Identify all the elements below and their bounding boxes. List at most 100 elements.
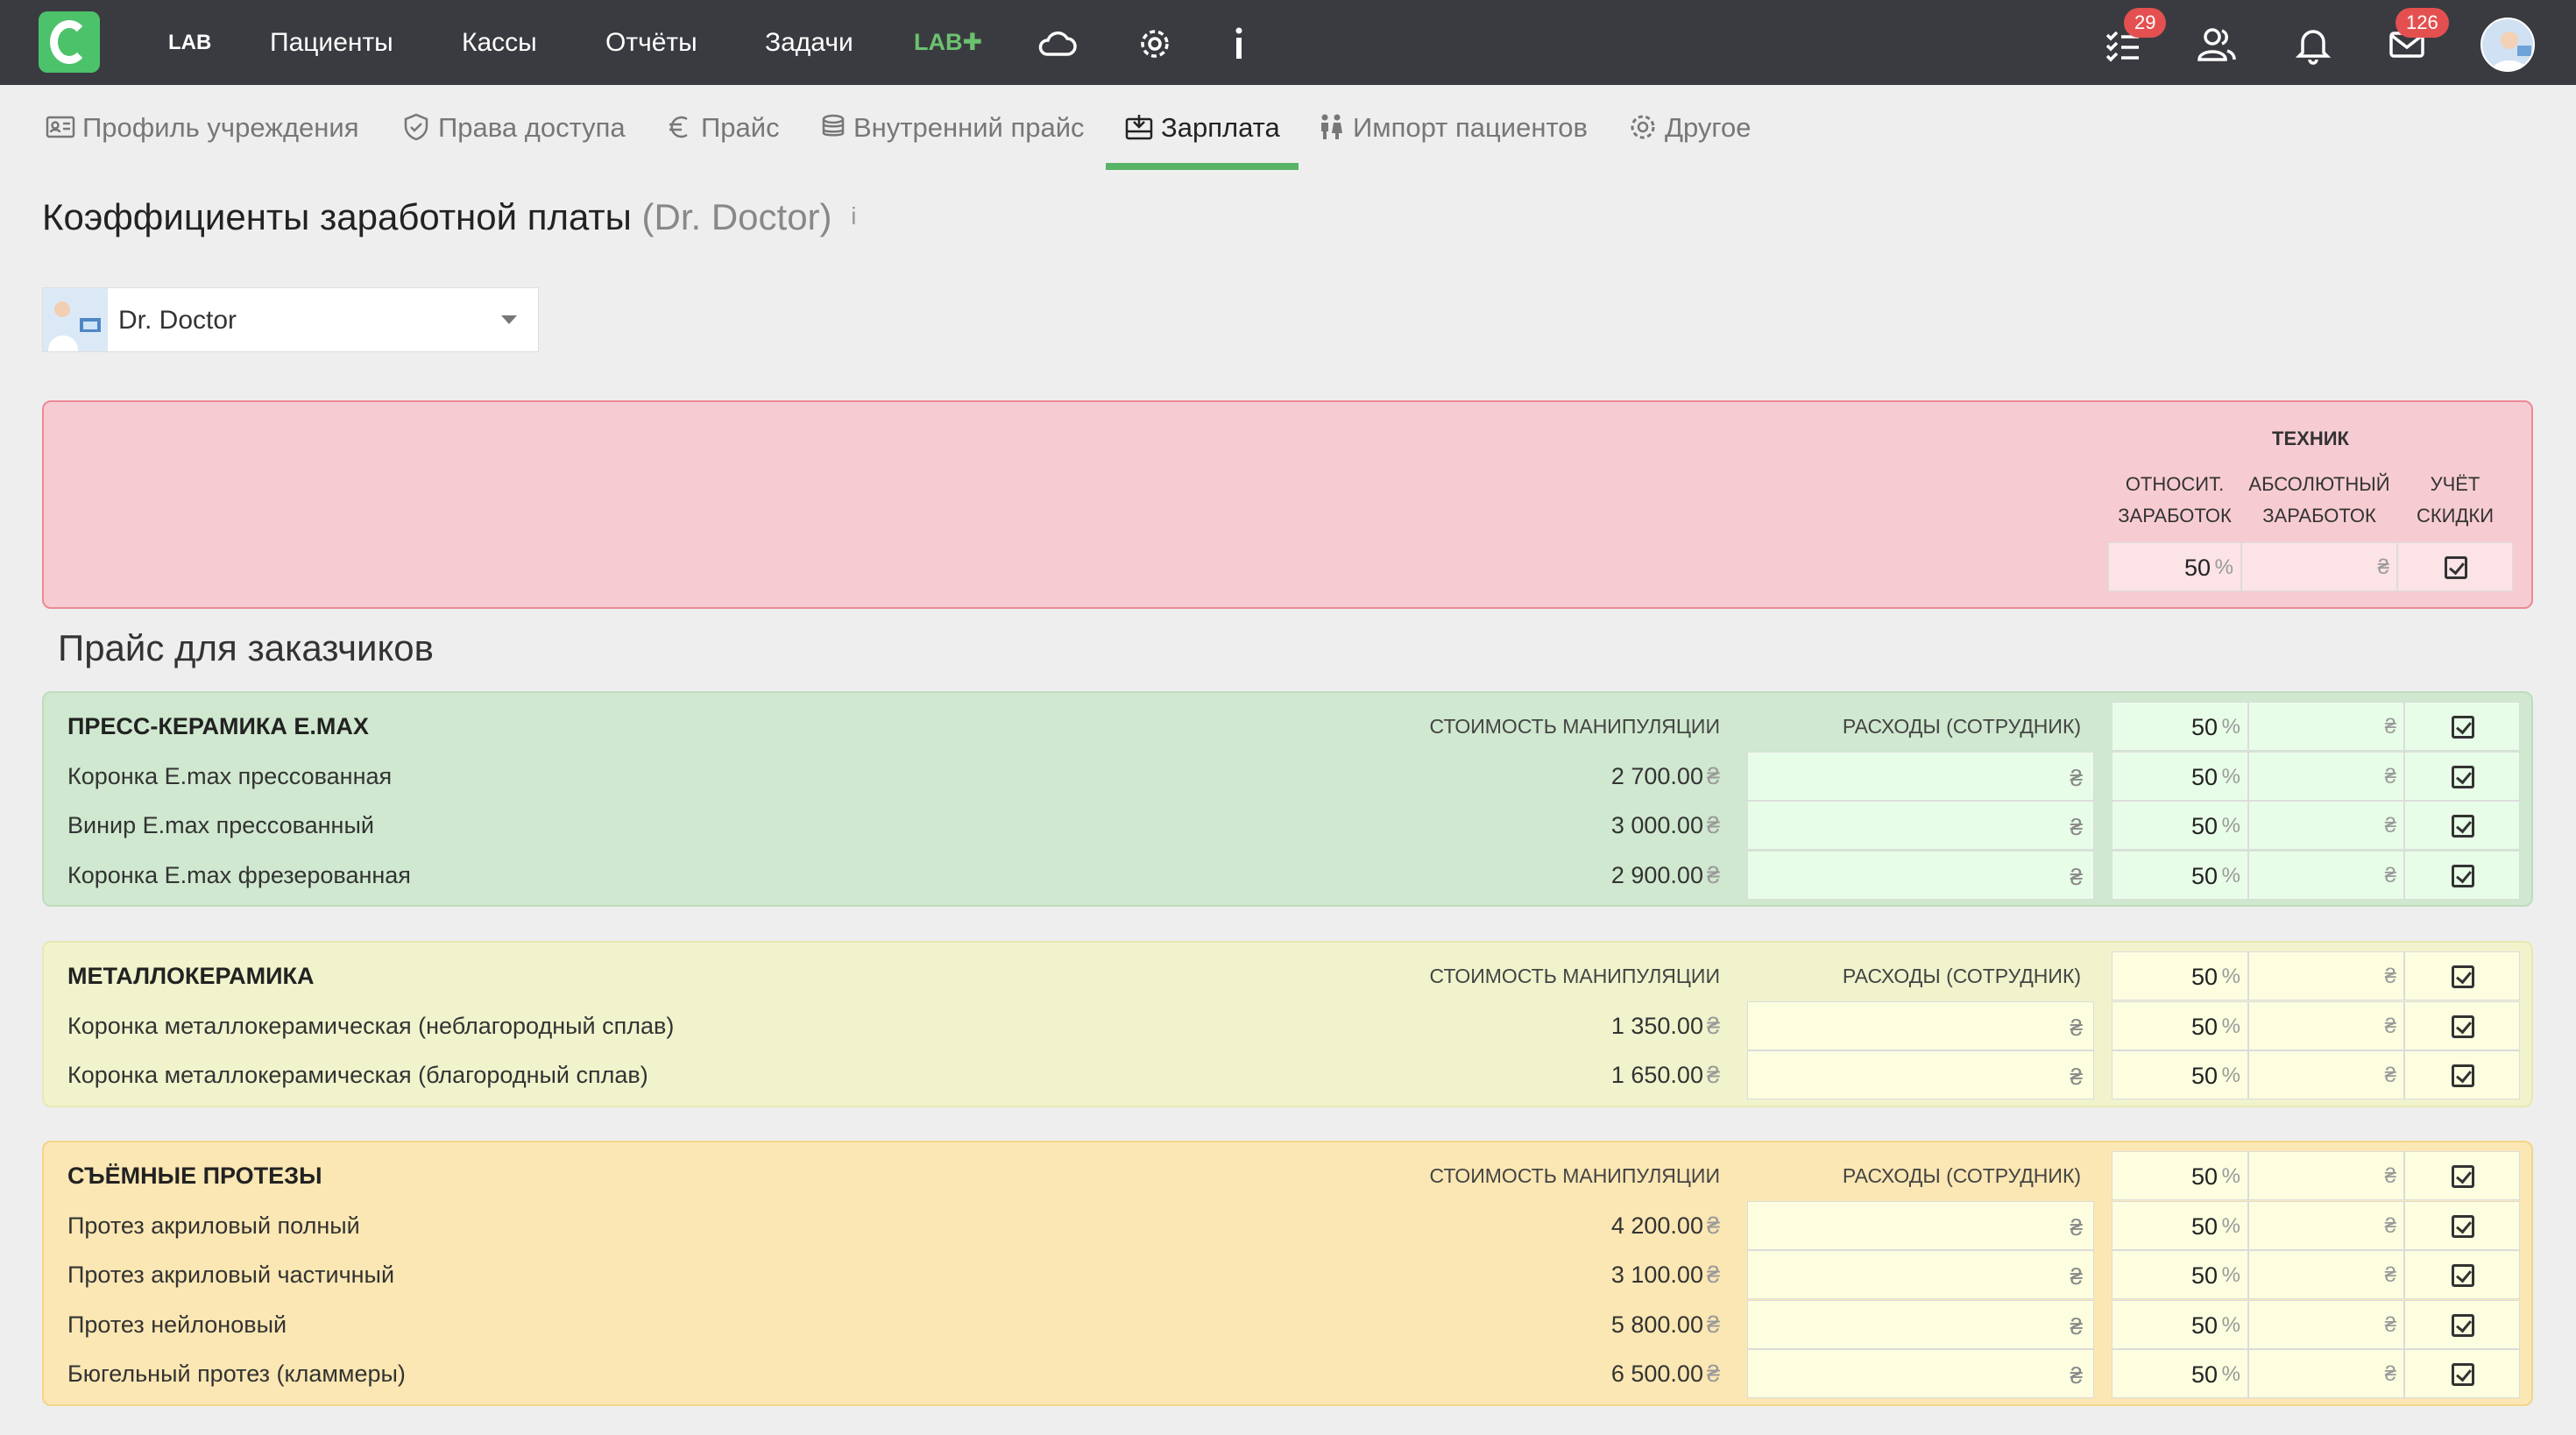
tab-other[interactable]: Другое: [1628, 112, 1752, 151]
top-navbar: LAB Пациенты Кассы Отчёты Задачи LAB✚ 29…: [0, 0, 2576, 85]
technician-discount-checkbox[interactable]: [2445, 556, 2467, 579]
percent-unit: %: [2221, 764, 2240, 788]
currency-unit: ₴: [1706, 1012, 1720, 1039]
absolute-earning-input[interactable]: ₴: [2248, 702, 2404, 751]
tab-access-rights[interactable]: Права доступа: [401, 112, 626, 151]
currency-unit: ₴: [2384, 814, 2396, 838]
absolute-earning-input[interactable]: ₴: [2248, 1050, 2404, 1099]
chevron-down-icon: [501, 315, 517, 324]
page-info-icon[interactable]: i: [851, 202, 856, 230]
relative-earning-input[interactable]: 50%: [2112, 1151, 2248, 1200]
expense-input[interactable]: ₴: [1747, 1050, 2094, 1099]
absolute-earning-input[interactable]: ₴: [2248, 801, 2404, 850]
users-icon[interactable]: [2196, 23, 2238, 65]
absolute-earning-input[interactable]: ₴: [2248, 1349, 2404, 1398]
active-tab-indicator: [1106, 163, 1299, 170]
item-price-value: 1 650.00: [1610, 1062, 1703, 1088]
item-price-value: 1 350.00: [1610, 1012, 1703, 1039]
currency-unit: ₴: [2384, 1263, 2396, 1287]
discount-cell: [2404, 1200, 2520, 1250]
group-header-row: СЪЁМНЫЕ ПРОТЕЗЫ СТОИМОСТЬ МАНИПУЛЯЦИИ РАСХ…: [44, 1151, 2531, 1200]
discount-checkbox[interactable]: [2452, 1165, 2474, 1188]
expense-input[interactable]: ₴: [1747, 1250, 2094, 1299]
nav-reports[interactable]: Отчёты: [605, 0, 697, 85]
settings-gear-icon[interactable]: [1134, 23, 1176, 65]
absolute-earning-input[interactable]: ₴: [2248, 951, 2404, 1000]
expense-input[interactable]: ₴: [1747, 801, 2094, 850]
bell-icon[interactable]: [2292, 23, 2334, 65]
expense-input[interactable]: ₴: [1747, 751, 2094, 801]
nav-patients[interactable]: Пациенты: [270, 0, 393, 85]
technician-card: ТЕХНИК ОТНОСИТ. ЗАРАБОТОК АБСОЛЮТНЫЙ ЗАРАБ…: [42, 400, 2533, 609]
relative-earning-input[interactable]: 50%: [2112, 1299, 2248, 1349]
absolute-earning-input[interactable]: ₴: [2248, 1000, 2404, 1050]
technician-relative-input[interactable]: 50%: [2108, 542, 2241, 591]
relative-earning-input[interactable]: 50%: [2112, 702, 2248, 751]
info-icon[interactable]: [1218, 23, 1260, 65]
discount-checkbox[interactable]: [2452, 1064, 2474, 1087]
col-header-expense: РАСХОДЫ (СОТРУДНИК): [1842, 1164, 2081, 1187]
tab-label: Импорт пациентов: [1353, 112, 1589, 143]
absolute-earning-input[interactable]: ₴: [2248, 1299, 2404, 1349]
tab-import-patients[interactable]: Импорт пациентов: [1316, 112, 1588, 151]
tab-institution-profile[interactable]: Профиль учреждения: [46, 112, 359, 151]
discount-cell: [2404, 1151, 2520, 1200]
user-avatar[interactable]: [2480, 18, 2535, 72]
item-price: 2 900.00 ₴: [1611, 851, 1720, 900]
item-price: 3 000.00 ₴: [1611, 801, 1720, 850]
price-item-row: Протез нейлоновый 5 800.00 ₴ ₴ 50% ₴: [44, 1299, 2531, 1349]
nav-lab[interactable]: LAB: [168, 0, 211, 85]
expense-input[interactable]: ₴: [1747, 1200, 2094, 1250]
discount-checkbox[interactable]: [2452, 864, 2474, 887]
discount-checkbox[interactable]: [2452, 1014, 2474, 1038]
relative-earning-input[interactable]: 50%: [2112, 751, 2248, 801]
tab-salary[interactable]: Зарплата: [1124, 112, 1280, 151]
currency-unit: ₴: [2070, 1312, 2083, 1340]
currency-unit: ₴: [2384, 1213, 2396, 1238]
doctor-select[interactable]: Dr. Doctor: [42, 287, 539, 352]
expense-input[interactable]: ₴: [1747, 1299, 2094, 1349]
relative-earning-value: 50: [2190, 862, 2218, 889]
item-name: Протез акриловый полный: [67, 1212, 360, 1239]
relative-earning-input[interactable]: 50%: [2112, 850, 2248, 900]
discount-checkbox[interactable]: [2452, 1214, 2474, 1238]
discount-checkbox[interactable]: [2452, 965, 2474, 988]
nav-labplus[interactable]: LAB✚: [914, 0, 982, 85]
price-item-row: Коронка E.max прессованная 2 700.00 ₴ ₴ 50% ₴: [44, 751, 2531, 801]
expense-input[interactable]: ₴: [1747, 1349, 2094, 1398]
currency-unit: ₴: [1706, 1311, 1720, 1338]
col-header-expense: РАСХОДЫ (СОТРУДНИК): [1842, 715, 2081, 738]
nav-tasks[interactable]: Задачи: [765, 0, 853, 85]
relative-earning-input[interactable]: 50%: [2112, 951, 2248, 1000]
absolute-earning-input[interactable]: ₴: [2248, 850, 2404, 900]
tab-internal-price[interactable]: Внутренний прайс: [817, 112, 1085, 151]
relative-earning-input[interactable]: 50%: [2112, 1200, 2248, 1250]
discount-checkbox[interactable]: [2452, 1363, 2474, 1386]
absolute-earning-input[interactable]: ₴: [2248, 751, 2404, 801]
cloud-icon[interactable]: [1036, 23, 1078, 65]
percent-unit: %: [2221, 1064, 2240, 1087]
discount-cell: [2404, 1050, 2520, 1099]
expense-input[interactable]: ₴: [1747, 850, 2094, 900]
absolute-earning-input[interactable]: ₴: [2248, 1151, 2404, 1200]
technician-absolute-input[interactable]: ₴: [2241, 542, 2397, 591]
relative-earning-value: 50: [2190, 1063, 2218, 1089]
relative-earning-input[interactable]: 50%: [2112, 1250, 2248, 1299]
absolute-earning-input[interactable]: ₴: [2248, 1250, 2404, 1299]
col-header-cost: СТОИМОСТЬ МАНИПУЛЯЦИИ: [1429, 965, 1720, 987]
app-logo[interactable]: [39, 11, 100, 73]
relative-earning-input[interactable]: 50%: [2112, 801, 2248, 850]
discount-checkbox[interactable]: [2452, 815, 2474, 838]
tab-price[interactable]: Прайс: [664, 112, 780, 151]
discount-checkbox[interactable]: [2452, 1313, 2474, 1337]
absolute-earning-input[interactable]: ₴: [2248, 1200, 2404, 1250]
relative-earning-input[interactable]: 50%: [2112, 1349, 2248, 1398]
relative-earning-input[interactable]: 50%: [2112, 1050, 2248, 1099]
expense-input[interactable]: ₴: [1747, 1000, 2094, 1050]
item-price-value: 5 800.00: [1610, 1311, 1703, 1338]
discount-checkbox[interactable]: [2452, 765, 2474, 788]
discount-checkbox[interactable]: [2452, 1264, 2474, 1287]
nav-cashboxes[interactable]: Кассы: [462, 0, 537, 85]
discount-checkbox[interactable]: [2452, 716, 2474, 739]
relative-earning-input[interactable]: 50%: [2112, 1000, 2248, 1050]
